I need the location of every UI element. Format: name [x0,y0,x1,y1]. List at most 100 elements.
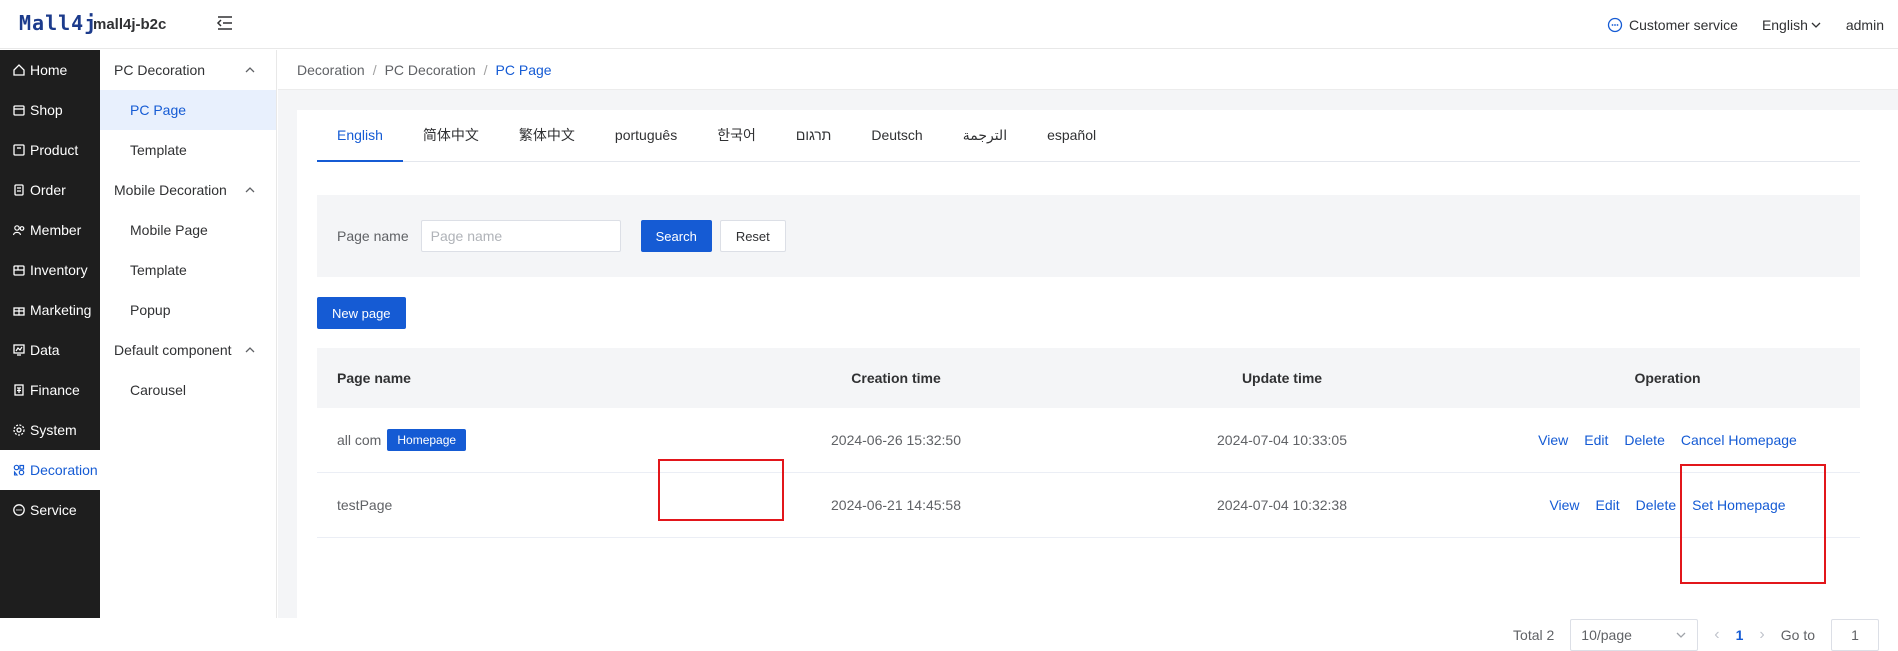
delete-link[interactable]: Delete [1636,497,1676,513]
nav-item-label: Inventory [30,262,88,278]
page-size-select[interactable]: 10/page [1570,619,1699,651]
language-dropdown[interactable]: English [1762,17,1822,33]
page-name: testPage [337,497,393,513]
tab-language-8[interactable]: español [1027,109,1116,161]
new-page-button[interactable]: New page [317,297,406,329]
pagination: Total 2 10/page ‹ 1 › Go to [1513,619,1879,651]
reset-button[interactable]: Reset [719,220,786,252]
nav-item-label: Home [30,62,68,78]
chart-icon [13,344,25,356]
main-nav: Home Shop Product Order Member Inventory Marke… [0,50,100,618]
group-mobile-decoration[interactable]: Mobile Decoration [100,170,276,210]
creation-time: 2024-06-26 15:32:50 [831,432,961,448]
cancel-homepage-link[interactable]: Cancel Homepage [1681,432,1797,448]
table-row: all com Homepage 2024-06-26 15:32:50 202… [317,408,1860,473]
user-name[interactable]: admin [1846,17,1884,33]
page-number-current[interactable]: 1 [1736,627,1744,643]
delete-link[interactable]: Delete [1624,432,1664,448]
nav-item-finance[interactable]: Finance [0,370,100,410]
nav-item-label: Service [30,502,77,518]
breadcrumb-pc-decoration[interactable]: PC Decoration [385,62,476,78]
set-homepage-link[interactable]: Set Homepage [1692,497,1785,513]
next-page-icon[interactable]: › [1759,626,1764,644]
goto-input[interactable] [1831,619,1879,651]
breadcrumb-separator: / [372,61,377,78]
nav-item-label: Decoration [30,462,98,478]
goto-label: Go to [1780,627,1815,643]
nav-item-label: Marketing [30,302,92,318]
decoration-icon [13,464,25,476]
customer-service-button[interactable]: Customer service [1607,17,1738,33]
view-link[interactable]: View [1538,432,1568,448]
table-row: testPage 2024-06-21 14:45:58 2024-07-04 … [317,473,1860,538]
nav-item-decoration[interactable]: Decoration [0,450,100,490]
update-time: 2024-07-04 10:33:05 [1217,432,1347,448]
nav-item-product[interactable]: Product [0,130,100,170]
total-count: Total 2 [1513,627,1555,643]
pages-table: Page name Creation time Update time Oper… [317,348,1860,538]
breadcrumb-separator: / [483,61,488,78]
edit-link[interactable]: Edit [1596,497,1620,513]
main-content: Decoration / PC Decoration / PC Page Eng… [278,50,1898,651]
language-tabs: English 简体中文 繁体中文 português 한국어 תרגום Deutsch ا… [317,110,1860,162]
chevron-down-icon [1811,22,1821,28]
customer-service-label: Customer service [1629,16,1738,33]
group-default-component[interactable]: Default component [100,330,276,370]
nav-item-label: Finance [30,382,80,398]
edit-link[interactable]: Edit [1584,432,1608,448]
nav-item-system[interactable]: System [0,410,100,450]
prev-page-icon[interactable]: ‹ [1714,626,1719,644]
subnav-item-pc-template[interactable]: Template [100,130,276,170]
group-pc-decoration[interactable]: PC Decoration [100,50,276,90]
nav-item-home[interactable]: Home [0,50,100,90]
nav-item-label: Product [30,142,79,158]
shop-icon [13,105,25,116]
creation-time: 2024-06-21 14:45:58 [831,497,961,513]
nav-item-order[interactable]: Order [0,170,100,210]
tab-language-1[interactable]: 简体中文 [403,109,499,161]
homepage-badge: Homepage [387,429,467,451]
sub-nav: PC Decoration PC Page Template Mobile De… [100,50,277,618]
nav-item-inventory[interactable]: Inventory [0,250,100,290]
menu-collapse-icon[interactable] [216,14,234,32]
tab-language-7[interactable]: الترجمة [943,109,1027,161]
header-update-time: Update time [1241,370,1323,386]
chevron-down-icon [1676,632,1686,638]
search-button[interactable]: Search [640,220,712,252]
breadcrumb: Decoration / PC Decoration / PC Page [278,50,1898,90]
nav-item-shop[interactable]: Shop [0,90,100,130]
page-name: all com [337,432,382,448]
subnav-item-mobile-template[interactable]: Template [100,250,276,290]
page-name-input[interactable] [420,220,621,252]
group-label: Mobile Decoration [114,182,227,198]
tab-language-5[interactable]: תרגום [776,109,852,161]
nav-item-data[interactable]: Data [0,330,100,370]
content-card: English 简体中文 繁体中文 português 한국어 תרגום Deutsch ا… [297,110,1898,651]
tab-language-0[interactable]: English [317,109,403,162]
tab-language-2[interactable]: 繁体中文 [499,109,595,161]
subnav-item-popup[interactable]: Popup [100,290,276,330]
gear-icon [13,424,25,436]
tab-language-4[interactable]: 한국어 [697,109,776,161]
order-icon [14,184,24,196]
tab-language-3[interactable]: português [595,109,697,161]
nav-item-member[interactable]: Member [0,210,100,250]
group-label: Default component [114,342,232,358]
update-time: 2024-07-04 10:32:38 [1217,497,1347,513]
nav-item-marketing[interactable]: Marketing [0,290,100,330]
tab-language-6[interactable]: Deutsch [851,109,942,161]
subnav-item-carousel[interactable]: Carousel [100,370,276,410]
nav-item-label: Member [30,222,82,238]
nav-item-service[interactable]: Service [0,490,100,530]
finance-icon [14,384,24,396]
gift-icon [13,307,25,316]
nav-item-label: System [30,422,77,438]
view-link[interactable]: View [1549,497,1579,513]
subnav-item-mobile-page[interactable]: Mobile Page [100,210,276,250]
chevron-up-icon [245,347,255,353]
product-icon [13,144,25,156]
subnav-item-pc-page[interactable]: PC Page [100,90,276,130]
logo: Mall4j [19,11,98,35]
breadcrumb-decoration[interactable]: Decoration [297,62,365,78]
page-name-label: Page name [337,228,409,244]
